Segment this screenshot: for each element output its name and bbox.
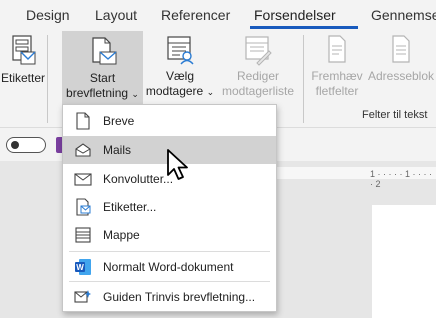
start-line2: brevfletning bbox=[66, 86, 129, 100]
menu-item-label: Guiden Trinvis brevfletning... bbox=[103, 290, 256, 304]
ribbon-tab-bar: Design Layout Referencer Forsendelser Ge… bbox=[0, 0, 436, 29]
menu-separator bbox=[69, 281, 270, 282]
letter-icon bbox=[74, 112, 92, 130]
menu-item-guiden-trinvis-brevfletning[interactable]: Guiden Trinvis brevfletning... bbox=[63, 283, 276, 311]
group-divider bbox=[303, 35, 304, 123]
tab-gennemse[interactable]: Gennemse bbox=[371, 7, 436, 23]
etiketter-button[interactable]: Etiketter bbox=[0, 29, 46, 101]
address-block-icon bbox=[392, 35, 410, 63]
edit-recipient-list-icon bbox=[245, 36, 272, 66]
menu-separator bbox=[69, 251, 270, 252]
directory-icon bbox=[74, 226, 92, 244]
labels-icon bbox=[74, 198, 92, 216]
start-mail-merge-button[interactable]: Start brevfletning ⌄ bbox=[62, 31, 143, 104]
select-recipients-icon bbox=[167, 36, 194, 65]
group-divider bbox=[47, 35, 48, 123]
adresseblok-label: Adresseblok bbox=[367, 69, 435, 83]
address-block-button[interactable]: Adresseblok bbox=[366, 29, 436, 101]
word-document-icon: W bbox=[74, 258, 92, 276]
vaelg-line2: modtagere bbox=[145, 84, 204, 98]
tab-forsendelser[interactable]: Forsendelser bbox=[254, 7, 336, 23]
mouse-pointer-icon bbox=[167, 149, 188, 180]
vaelg-line1: Vælg bbox=[165, 69, 194, 83]
tab-design[interactable]: Design bbox=[26, 7, 70, 23]
label-sheet-icon bbox=[12, 35, 36, 65]
menu-item-label: Mappe bbox=[103, 228, 140, 242]
highlight-merge-fields-button[interactable]: Fremhæv fletfelter bbox=[309, 29, 365, 101]
rediger-line1: Rediger bbox=[236, 69, 280, 83]
ruler-marks: 1 · · · · · 1 · · · · · 2 bbox=[370, 169, 432, 189]
menu-item-mappe[interactable]: Mappe bbox=[63, 221, 276, 249]
ruler: 1 · · · · · 1 · · · · · 2 bbox=[276, 167, 436, 189]
svg-text:W: W bbox=[76, 263, 84, 272]
rediger-line2: modtagerliste bbox=[221, 84, 295, 98]
menu-item-etiketter[interactable]: Etiketter... bbox=[63, 193, 276, 221]
menu-item-label: Etiketter... bbox=[103, 200, 157, 214]
tab-layout[interactable]: Layout bbox=[95, 7, 137, 23]
menu-item-label: Breve bbox=[103, 114, 135, 128]
menu-item-label: Normalt Word-dokument bbox=[103, 260, 234, 274]
start-line1: Start bbox=[89, 71, 116, 85]
menu-item-label: Konvolutter... bbox=[103, 172, 174, 186]
document-page[interactable] bbox=[372, 205, 436, 318]
edit-recipient-list-button[interactable]: Rediger modtagerliste bbox=[218, 29, 298, 101]
highlight-merge-fields-icon bbox=[328, 35, 346, 63]
start-mail-merge-icon bbox=[91, 37, 116, 65]
group-label-felter: Felter til tekst bbox=[362, 109, 428, 121]
select-recipients-button[interactable]: Vælg modtagere ⌄ bbox=[144, 29, 216, 101]
email-icon bbox=[74, 141, 92, 159]
menu-item-breve[interactable]: Breve bbox=[63, 107, 276, 135]
etiketter-label: Etiketter bbox=[0, 71, 45, 85]
envelope-icon bbox=[74, 170, 92, 188]
toggle-knob bbox=[11, 141, 19, 149]
wizard-icon bbox=[74, 288, 92, 306]
chevron-down-icon: ⌄ bbox=[206, 87, 215, 97]
start-mail-merge-menu: Breve Mails Konvolutter... Etiketter... … bbox=[62, 104, 277, 312]
chevron-down-icon: ⌄ bbox=[131, 89, 139, 99]
toggle-switch[interactable] bbox=[6, 137, 46, 153]
menu-item-normalt-word-dokument[interactable]: W Normalt Word-dokument bbox=[63, 253, 276, 281]
menu-item-label: Mails bbox=[103, 143, 132, 157]
fremhaev-line1: Fremhæv bbox=[311, 69, 363, 83]
fremhaev-line2: fletfelter bbox=[315, 84, 359, 98]
tab-referencer[interactable]: Referencer bbox=[161, 7, 230, 23]
